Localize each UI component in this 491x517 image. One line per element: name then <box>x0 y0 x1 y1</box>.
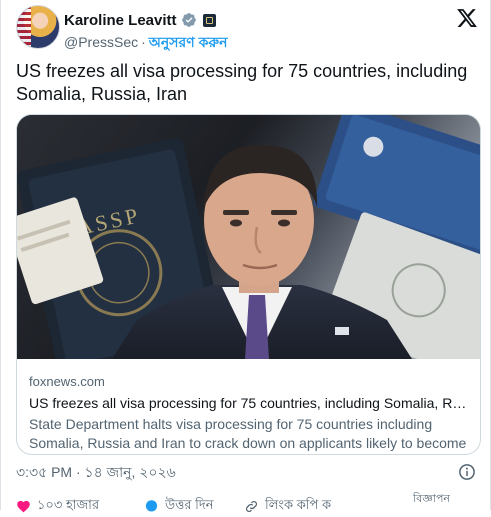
separator-dot: · <box>141 34 146 50</box>
ad-label: বিজ্ঞাপন <box>412 493 450 505</box>
card-image[interactable]: PASSP <box>17 115 480 359</box>
handle-row: @PressSec · অনুসরণ করুন <box>64 31 227 55</box>
author-name-row: Karoline Leavitt <box>64 10 216 30</box>
tweet-timestamp[interactable]: ৩:৩৫ PM · ১৪ জানু, ২০২৬ <box>16 464 176 480</box>
card-photo-illustration: PASSP <box>17 115 480 359</box>
card-title[interactable]: US freezes all visa processing for 75 co… <box>29 394 468 412</box>
author-handle[interactable]: @PressSec <box>64 34 138 50</box>
reply-action[interactable]: উত্তর দিন <box>144 496 214 517</box>
heart-icon <box>17 500 30 513</box>
tweet-text: US freezes all visa processing for 75 co… <box>16 61 468 104</box>
flag-decoration <box>17 6 31 48</box>
card-domain[interactable]: foxnews.com <box>29 373 468 390</box>
reply-bubble-icon <box>145 500 158 512</box>
action-bar: ১০৩ হাজার উত্তর দিন লিংক কপি ক বিজ্ঞাপন <box>16 493 480 513</box>
card-meta: foxnews.com US freezes all visa processi… <box>29 373 468 454</box>
link-icon <box>246 501 257 512</box>
info-icon[interactable] <box>458 463 476 481</box>
card-description: State Department halts visa processing f… <box>29 416 467 451</box>
x-logo-icon[interactable] <box>456 7 478 29</box>
follow-button[interactable]: অনুসরণ করুন <box>149 34 228 50</box>
copy-link-action[interactable]: লিংক কপি ক <box>244 496 331 517</box>
timestamp-row: ৩:৩৫ PM · ১৪ জানু, ২০২৬ <box>16 462 480 482</box>
like-count: ১০৩ হাজার <box>37 497 100 512</box>
reply-label: উত্তর দিন <box>165 497 214 512</box>
verified-badge-icon <box>181 13 196 27</box>
avatar[interactable] <box>16 5 60 49</box>
tweet-header: Karoline Leavitt @PressSec · অনুসরণ করুন <box>16 5 480 51</box>
copy-link-label: লিংক কপি ক <box>265 497 332 512</box>
author-display-name[interactable]: Karoline Leavitt <box>64 12 177 29</box>
link-card[interactable]: PASSP foxnews.com US freezes all visa pr… <box>16 114 481 455</box>
like-action[interactable]: ১০৩ হাজার <box>16 496 99 517</box>
tweet-embed: Karoline Leavitt @PressSec · অনুসরণ করুন U… <box>0 0 491 513</box>
affiliation-badge-icon <box>202 13 216 27</box>
